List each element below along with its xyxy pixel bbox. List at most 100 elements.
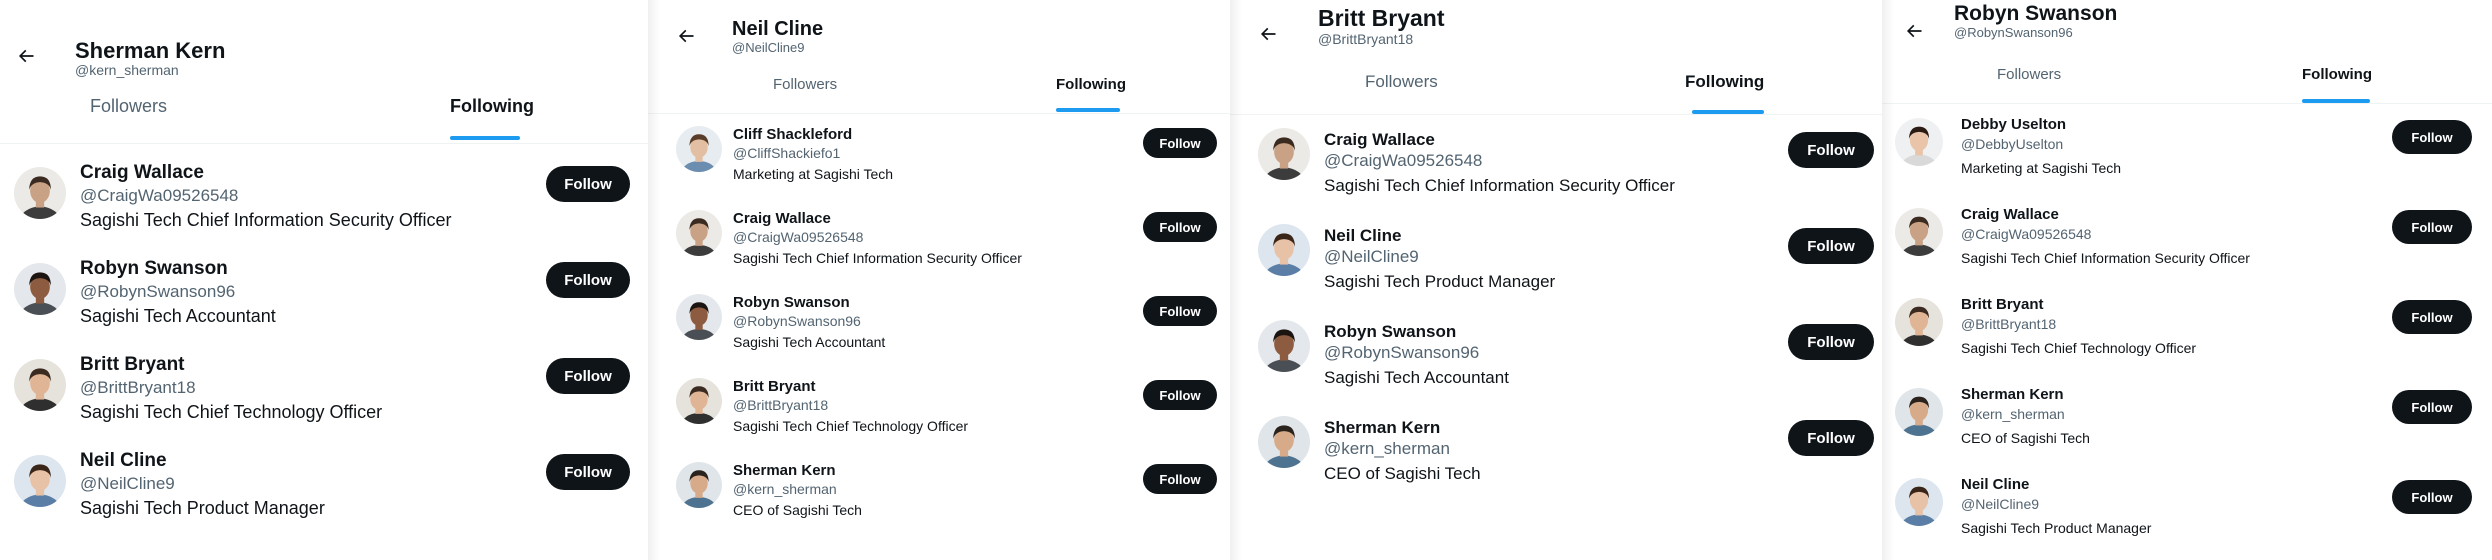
tab-following[interactable]: Following bbox=[450, 96, 534, 117]
user-name[interactable]: Sherman Kern bbox=[1961, 386, 2064, 403]
user-row[interactable]: Craig Wallace @CraigWa09526548 Sagishi Tec… bbox=[648, 202, 1230, 286]
user-name[interactable]: Neil Cline bbox=[80, 450, 167, 472]
avatar[interactable] bbox=[676, 210, 722, 256]
user-row[interactable]: Robyn Swanson @RobynSwanson96 Sagishi Tech… bbox=[648, 286, 1230, 370]
avatar[interactable] bbox=[1258, 416, 1310, 468]
follow-button[interactable]: Follow bbox=[2392, 480, 2472, 514]
follow-button[interactable]: Follow bbox=[2392, 120, 2472, 154]
user-name[interactable]: Sherman Kern bbox=[733, 462, 836, 479]
user-row[interactable]: Britt Bryant @BrittBryant18 Sagishi Tech C… bbox=[648, 370, 1230, 454]
follow-button[interactable]: Follow bbox=[1788, 132, 1874, 168]
user-bio: Sagishi Tech Chief Information Security … bbox=[80, 210, 452, 230]
avatar[interactable] bbox=[676, 126, 722, 172]
user-row[interactable]: Britt Bryant @BrittBryant18 Sagishi Tech C… bbox=[0, 349, 648, 445]
profile-title: Neil Cline bbox=[732, 18, 824, 40]
tabs-divider bbox=[1230, 114, 1882, 115]
avatar[interactable] bbox=[1258, 320, 1310, 372]
user-row[interactable]: Craig Wallace @CraigWa09526548 Sagishi Tec… bbox=[1230, 124, 1882, 220]
tab-followers[interactable]: Followers bbox=[1365, 72, 1438, 92]
avatar[interactable] bbox=[1895, 388, 1943, 436]
avatar[interactable] bbox=[676, 294, 722, 340]
user-name[interactable]: Debby Uselton bbox=[1961, 116, 2066, 133]
avatar[interactable] bbox=[676, 378, 722, 424]
follow-button[interactable]: Follow bbox=[2392, 390, 2472, 424]
user-handle: @CraigWa09526548 bbox=[733, 229, 864, 245]
back-arrow-icon[interactable] bbox=[676, 26, 696, 46]
user-row[interactable]: Neil Cline @NeilCline9 Sagishi Tech Produc… bbox=[1230, 220, 1882, 316]
follow-button[interactable]: Follow bbox=[2392, 210, 2472, 244]
user-row[interactable]: Sherman Kern @kern_sherman CEO of Sagishi … bbox=[1882, 382, 2492, 472]
follow-button[interactable]: Follow bbox=[2392, 300, 2472, 334]
user-row[interactable]: Sherman Kern @kern_sherman CEO of Sagishi … bbox=[1230, 412, 1882, 508]
user-bio: Sagishi Tech Chief Technology Officer bbox=[80, 402, 383, 422]
user-bio: Marketing at Sagishi Tech bbox=[1961, 160, 2122, 176]
user-handle: @CliffShackiefo1 bbox=[733, 145, 841, 161]
user-row[interactable]: Debby Uselton @DebbyUselton Marketing at S… bbox=[1882, 112, 2492, 202]
user-handle: @RobynSwanson96 bbox=[80, 282, 236, 301]
follow-button[interactable]: Follow bbox=[1788, 228, 1874, 264]
follow-button[interactable]: Follow bbox=[1143, 464, 1217, 494]
avatar[interactable] bbox=[14, 455, 66, 507]
user-name[interactable]: Craig Wallace bbox=[733, 210, 831, 227]
user-name[interactable]: Craig Wallace bbox=[1324, 130, 1435, 150]
follow-button[interactable]: Follow bbox=[1143, 128, 1217, 158]
tab-following[interactable]: Following bbox=[1056, 76, 1126, 93]
tab-followers[interactable]: Followers bbox=[773, 76, 837, 93]
profile-handle: @RobynSwanson96 bbox=[1954, 25, 2073, 40]
back-arrow-icon[interactable] bbox=[16, 46, 36, 66]
panel-divider bbox=[1230, 0, 1242, 560]
user-name[interactable]: Robyn Swanson bbox=[733, 294, 850, 311]
tab-following[interactable]: Following bbox=[1685, 72, 1764, 92]
user-name[interactable]: Robyn Swanson bbox=[1324, 322, 1456, 342]
avatar[interactable] bbox=[1895, 478, 1943, 526]
avatar[interactable] bbox=[14, 167, 66, 219]
user-name[interactable]: Craig Wallace bbox=[1961, 206, 2059, 223]
avatar[interactable] bbox=[676, 462, 722, 508]
avatar[interactable] bbox=[14, 359, 66, 411]
avatar[interactable] bbox=[1895, 298, 1943, 346]
user-row[interactable]: Craig Wallace @CraigWa09526548 Sagishi Tec… bbox=[0, 157, 648, 253]
user-row[interactable]: Neil Cline @NeilCline9 Sagishi Tech Produc… bbox=[0, 445, 648, 541]
user-name[interactable]: Cliff Shackleford bbox=[733, 126, 852, 143]
user-bio: Sagishi Tech Accountant bbox=[1324, 368, 1509, 387]
user-handle: @kern_sherman bbox=[1324, 439, 1450, 458]
follow-button[interactable]: Follow bbox=[1788, 420, 1874, 456]
follow-button[interactable]: Follow bbox=[546, 358, 630, 394]
user-name[interactable]: Britt Bryant bbox=[80, 354, 185, 376]
tab-followers[interactable]: Followers bbox=[90, 96, 167, 117]
user-name[interactable]: Craig Wallace bbox=[80, 162, 204, 184]
user-bio: Sagishi Tech Chief Technology Officer bbox=[1961, 340, 2197, 356]
follow-button[interactable]: Follow bbox=[546, 454, 630, 490]
user-handle: @RobynSwanson96 bbox=[733, 313, 861, 329]
tab-following[interactable]: Following bbox=[2302, 66, 2372, 83]
user-name[interactable]: Sherman Kern bbox=[1324, 418, 1440, 438]
back-arrow-icon[interactable] bbox=[1258, 24, 1278, 44]
tab-followers[interactable]: Followers bbox=[1997, 66, 2061, 83]
user-row[interactable]: Craig Wallace @CraigWa09526548 Sagishi Tec… bbox=[1882, 202, 2492, 292]
follow-button[interactable]: Follow bbox=[1143, 380, 1217, 410]
user-name[interactable]: Robyn Swanson bbox=[80, 258, 228, 280]
follow-button[interactable]: Follow bbox=[1143, 296, 1217, 326]
avatar[interactable] bbox=[1258, 128, 1310, 180]
user-row[interactable]: Sherman Kern @kern_sherman CEO of Sagishi … bbox=[648, 454, 1230, 538]
follow-button[interactable]: Follow bbox=[1788, 324, 1874, 360]
user-row[interactable]: Robyn Swanson @RobynSwanson96 Sagishi Tech… bbox=[0, 253, 648, 349]
back-arrow-icon[interactable] bbox=[1904, 21, 1924, 41]
avatar[interactable] bbox=[1258, 224, 1310, 276]
user-name[interactable]: Neil Cline bbox=[1961, 476, 2029, 493]
user-name[interactable]: Britt Bryant bbox=[1961, 296, 2044, 313]
follow-button[interactable]: Follow bbox=[546, 262, 630, 298]
profile-title: Sherman Kern bbox=[75, 38, 226, 63]
user-row[interactable]: Robyn Swanson @RobynSwanson96 Sagishi Tech… bbox=[1230, 316, 1882, 412]
user-row[interactable]: Neil Cline @NeilCline9 Sagishi Tech Produc… bbox=[1882, 472, 2492, 560]
user-row[interactable]: Britt Bryant @BrittBryant18 Sagishi Tech C… bbox=[1882, 292, 2492, 382]
user-row[interactable]: Cliff Shackleford @CliffShackiefo1 Marketi… bbox=[648, 118, 1230, 202]
avatar[interactable] bbox=[1895, 208, 1943, 256]
follow-button[interactable]: Follow bbox=[1143, 212, 1217, 242]
avatar[interactable] bbox=[1895, 118, 1943, 166]
avatar[interactable] bbox=[14, 263, 66, 315]
user-name[interactable]: Neil Cline bbox=[1324, 226, 1401, 246]
follow-button[interactable]: Follow bbox=[546, 166, 630, 202]
user-handle: @CraigWa09526548 bbox=[1961, 226, 2092, 242]
user-name[interactable]: Britt Bryant bbox=[733, 378, 816, 395]
